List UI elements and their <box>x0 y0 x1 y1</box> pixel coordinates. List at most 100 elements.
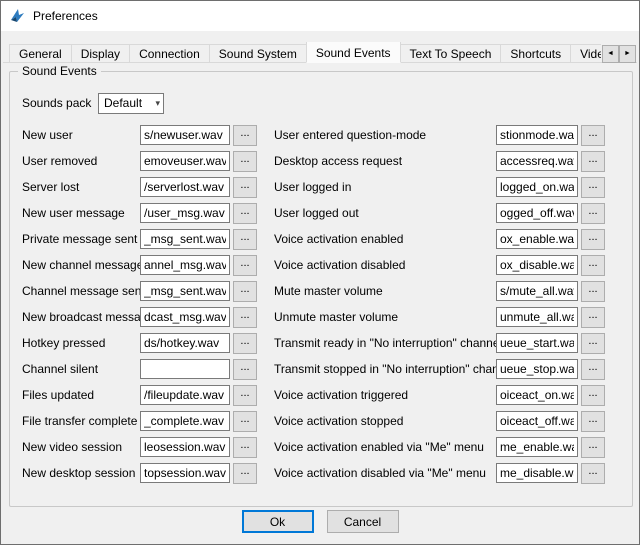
browse-button[interactable]: ... <box>581 125 605 146</box>
browse-button[interactable]: ... <box>233 333 257 354</box>
sound-file-input[interactable] <box>496 125 578 145</box>
sound-events-group: Sound Events Sounds pack Default ▾ New u… <box>9 71 633 507</box>
sound-file-input[interactable] <box>140 333 230 353</box>
browse-button[interactable]: ... <box>233 255 257 276</box>
sound-event-label: Voice activation disabled via "Me" menu <box>274 466 496 480</box>
sound-file-input[interactable] <box>496 177 578 197</box>
tab-connection[interactable]: Connection <box>129 44 210 63</box>
ok-button[interactable]: Ok <box>242 510 314 533</box>
sound-event-label: Voice activation stopped <box>274 414 496 428</box>
sound-event-label: New user <box>22 128 140 142</box>
browse-button[interactable]: ... <box>233 281 257 302</box>
preferences-dialog: Preferences GeneralDisplayConnectionSoun… <box>0 0 640 545</box>
sound-file-input[interactable] <box>496 229 578 249</box>
tab-general[interactable]: General <box>9 44 72 63</box>
tab-scroll-buttons: ◄ ► <box>602 45 636 63</box>
tab-sound-events[interactable]: Sound Events <box>306 42 401 63</box>
browse-button[interactable]: ... <box>233 177 257 198</box>
browse-button[interactable]: ... <box>233 385 257 406</box>
tab-shortcuts[interactable]: Shortcuts <box>500 44 571 63</box>
chevron-down-icon: ▾ <box>155 98 160 109</box>
sound-file-input[interactable] <box>140 437 230 457</box>
sound-event-label: Mute master volume <box>274 284 496 298</box>
sound-file-input[interactable] <box>496 463 578 483</box>
sound-event-row: Hotkey pressed ... <box>22 330 274 356</box>
sound-file-input[interactable] <box>496 385 578 405</box>
browse-button[interactable]: ... <box>581 437 605 458</box>
sound-file-input[interactable] <box>140 281 230 301</box>
sound-event-label: New broadcast message <box>22 310 140 324</box>
sound-file-input[interactable] <box>140 307 230 327</box>
sound-file-input[interactable] <box>496 437 578 457</box>
browse-button[interactable]: ... <box>581 333 605 354</box>
sound-event-label: New desktop session <box>22 466 140 480</box>
cancel-button[interactable]: Cancel <box>327 510 399 533</box>
tab-sound-system[interactable]: Sound System <box>209 44 307 63</box>
sound-file-input[interactable] <box>140 203 230 223</box>
tab-scroll-right-icon[interactable]: ► <box>619 45 636 63</box>
right-column: User entered question-mode ... Desktop a… <box>274 122 632 486</box>
tab-scroll-left-icon[interactable]: ◄ <box>602 45 619 63</box>
sound-file-input[interactable] <box>496 203 578 223</box>
browse-button[interactable]: ... <box>581 203 605 224</box>
sound-event-row: Voice activation disabled ... <box>274 252 632 278</box>
sound-event-row: Private message sent ... <box>22 226 274 252</box>
browse-button[interactable]: ... <box>233 359 257 380</box>
sound-file-input[interactable] <box>496 307 578 327</box>
left-column: New user ... User removed ... Server los… <box>22 122 274 486</box>
sound-file-input[interactable] <box>496 255 578 275</box>
browse-button[interactable]: ... <box>581 359 605 380</box>
tab-display[interactable]: Display <box>71 44 130 63</box>
sound-event-label: User logged in <box>274 180 496 194</box>
browse-button[interactable]: ... <box>581 307 605 328</box>
browse-button[interactable]: ... <box>581 229 605 250</box>
sound-event-label: Desktop access request <box>274 154 496 168</box>
tab-text-to-speech[interactable]: Text To Speech <box>400 44 502 63</box>
sound-file-input[interactable] <box>496 333 578 353</box>
app-icon <box>9 7 26 24</box>
sound-event-row: New user message ... <box>22 200 274 226</box>
browse-button[interactable]: ... <box>581 411 605 432</box>
sound-event-row: User logged out ... <box>274 200 632 226</box>
title-bar[interactable]: Preferences <box>1 1 639 31</box>
browse-button[interactable]: ... <box>581 255 605 276</box>
sound-file-input[interactable] <box>140 359 230 379</box>
browse-button[interactable]: ... <box>233 463 257 484</box>
tab-video[interactable]: Video <box>570 44 601 63</box>
browse-button[interactable]: ... <box>233 151 257 172</box>
sound-event-label: File transfer complete <box>22 414 140 428</box>
sound-file-input[interactable] <box>140 463 230 483</box>
sound-file-input[interactable] <box>140 255 230 275</box>
browse-button[interactable]: ... <box>581 385 605 406</box>
sound-file-input[interactable] <box>140 411 230 431</box>
sounds-pack-label: Sounds pack <box>22 96 98 110</box>
browse-button[interactable]: ... <box>581 463 605 484</box>
sound-event-row: Unmute master volume ... <box>274 304 632 330</box>
browse-button[interactable]: ... <box>233 307 257 328</box>
browse-button[interactable]: ... <box>581 151 605 172</box>
window-title: Preferences <box>33 9 98 23</box>
sound-file-input[interactable] <box>140 125 230 145</box>
browse-button[interactable]: ... <box>233 437 257 458</box>
browse-button[interactable]: ... <box>581 281 605 302</box>
sound-file-input[interactable] <box>140 177 230 197</box>
sound-file-input[interactable] <box>496 359 578 379</box>
browse-button[interactable]: ... <box>233 229 257 250</box>
sound-event-row: Mute master volume ... <box>274 278 632 304</box>
sound-file-input[interactable] <box>140 151 230 171</box>
sound-file-input[interactable] <box>496 281 578 301</box>
sound-file-input[interactable] <box>496 411 578 431</box>
sound-file-input[interactable] <box>140 385 230 405</box>
sound-file-input[interactable] <box>496 151 578 171</box>
sound-event-label: Files updated <box>22 388 140 402</box>
browse-button[interactable]: ... <box>581 177 605 198</box>
sound-event-row: Channel message sent ... <box>22 278 274 304</box>
sounds-pack-select[interactable]: Default ▾ <box>98 93 164 114</box>
sound-event-label: User entered question-mode <box>274 128 496 142</box>
browse-button[interactable]: ... <box>233 125 257 146</box>
browse-button[interactable]: ... <box>233 411 257 432</box>
sound-file-input[interactable] <box>140 229 230 249</box>
browse-button[interactable]: ... <box>233 203 257 224</box>
sound-event-label: Unmute master volume <box>274 310 496 324</box>
sound-event-label: User logged out <box>274 206 496 220</box>
